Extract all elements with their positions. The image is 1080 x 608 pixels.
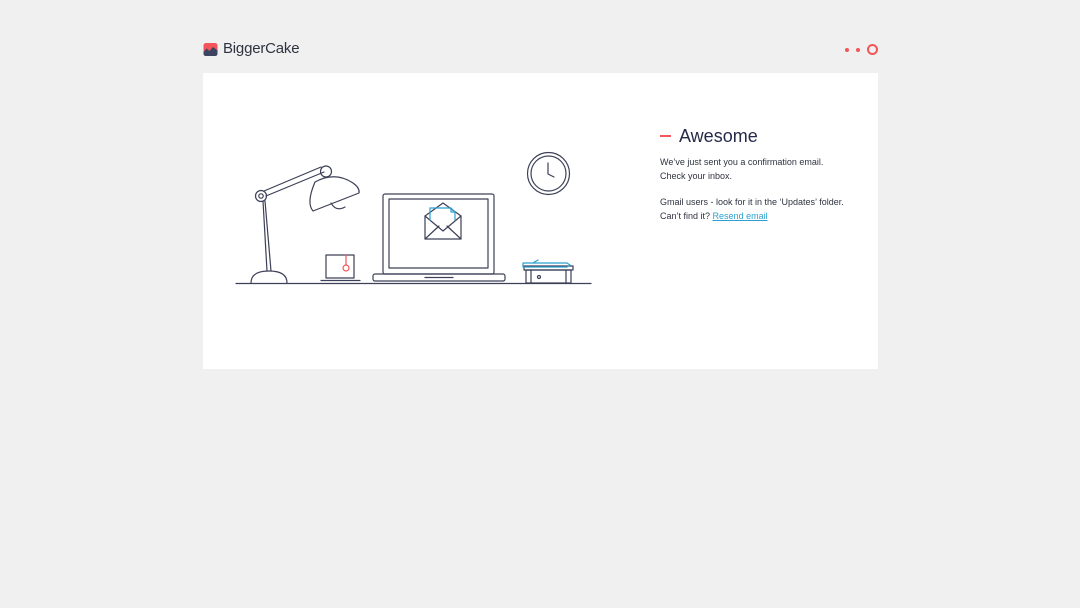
brand-logo[interactable]: BiggerCake: [203, 38, 300, 60]
brand-name: BiggerCake: [223, 40, 300, 57]
step-dot-2: [856, 47, 860, 52]
title-accent-dash: [660, 135, 671, 137]
desk-lamp-icon: [250, 165, 360, 284]
step-indicator: [845, 44, 878, 55]
step-dot-3-active: [867, 44, 878, 55]
gmail-line: Gmail users - look for it in the ‘Update…: [660, 197, 844, 207]
gmail-hint-text: Gmail users - look for it in the ‘Update…: [660, 196, 860, 223]
confirmation-card: Awesome We’ve just sent you a confirmati…: [203, 73, 878, 369]
tea-cup-icon: [320, 254, 361, 282]
cake-logo-icon: [203, 42, 218, 56]
step-dot-1: [845, 47, 849, 52]
title-row: Awesome: [660, 125, 860, 147]
books-pen-icon: [522, 259, 574, 284]
laptop-icon: [372, 193, 506, 282]
resend-email-link[interactable]: Resend email: [713, 211, 768, 221]
cant-find-line: Can’t find it?: [660, 210, 711, 221]
desk-illustration: [235, 151, 592, 285]
page-title: Awesome: [679, 126, 758, 146]
sent-confirmation-text: We’ve just sent you a confirmation email…: [660, 156, 860, 183]
header: BiggerCake: [203, 38, 878, 62]
confirmation-message: Awesome We’ve just sent you a confirmati…: [660, 125, 860, 223]
sent-line: We’ve just sent you a confirmation email…: [660, 157, 824, 167]
envelope-icon: [424, 202, 462, 240]
check-inbox-line: Check your inbox.: [660, 170, 733, 181]
wall-clock-icon: [526, 151, 571, 196]
